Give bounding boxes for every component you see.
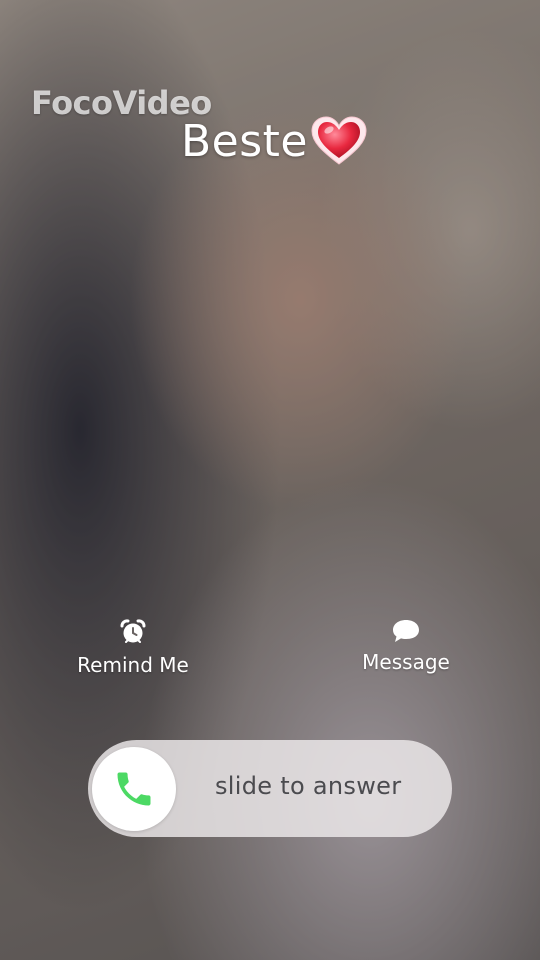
heart-emoji-icon	[311, 116, 367, 165]
caller-name: Beste	[181, 115, 309, 167]
alarm-clock-icon	[120, 619, 146, 643]
slide-to-answer-label: slide to answer	[215, 772, 402, 800]
phone-icon	[117, 772, 151, 806]
remind-me-button[interactable]: Remind Me	[70, 618, 196, 677]
speech-bubble-icon	[393, 620, 419, 642]
slide-to-answer-slider[interactable]: slide to answer	[88, 740, 452, 837]
message-button[interactable]: Message	[356, 618, 456, 674]
answer-knob[interactable]	[92, 747, 176, 831]
caller-header: Beste	[181, 115, 368, 167]
remind-me-label: Remind Me	[77, 653, 189, 677]
message-label: Message	[362, 650, 450, 674]
